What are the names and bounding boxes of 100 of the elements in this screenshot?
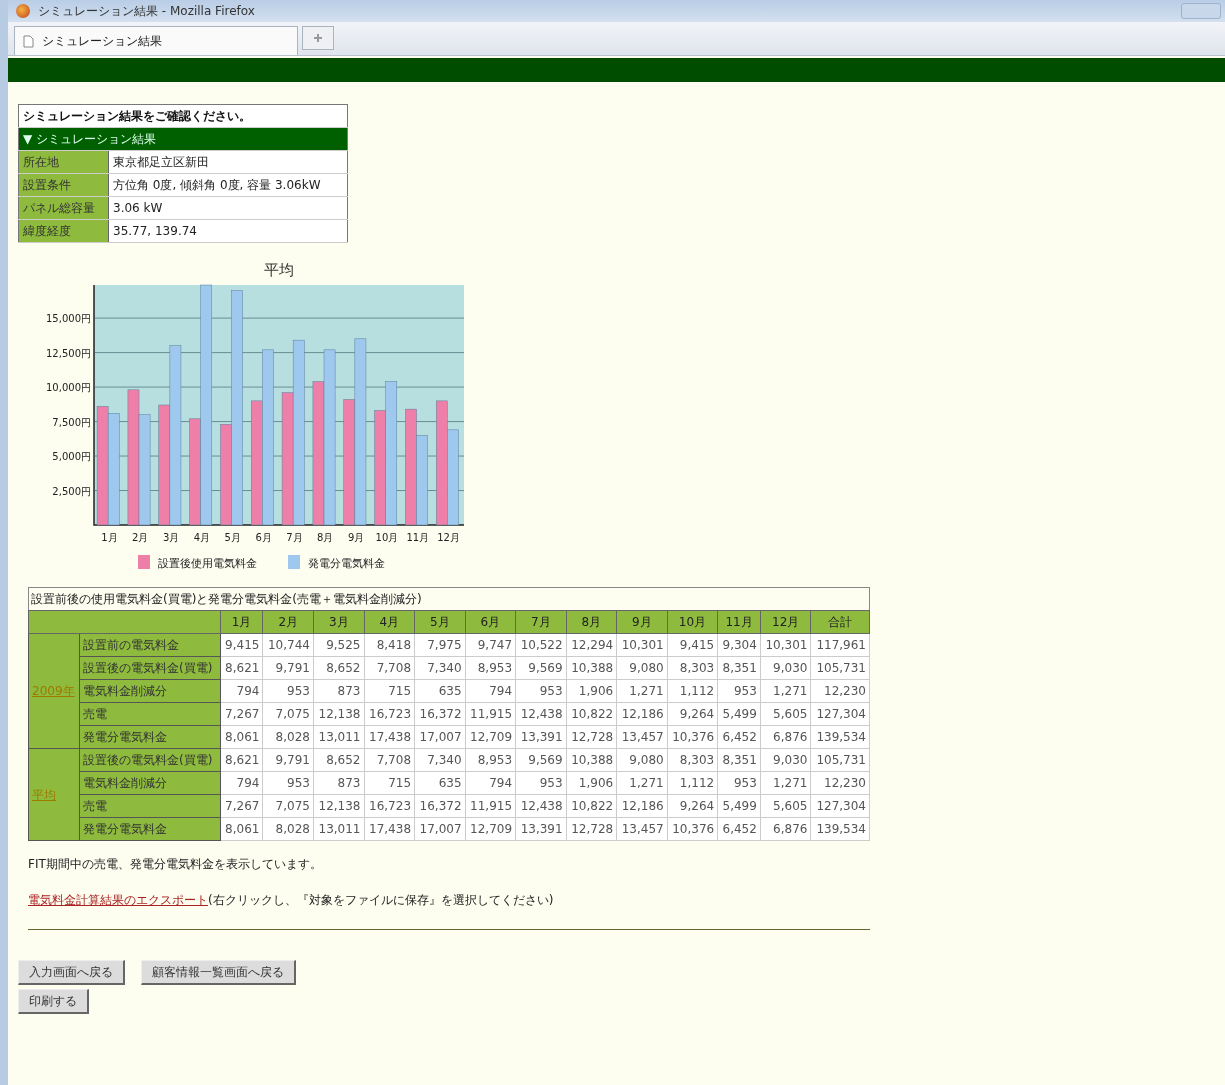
table-cell: 9,791: [262, 748, 314, 772]
table-cell: 10,388: [566, 656, 617, 680]
x-tick-label: 11月: [406, 532, 430, 543]
table-cell: 8,351: [717, 748, 761, 772]
minimize-button[interactable]: [1181, 3, 1221, 19]
table-cell: 635: [414, 771, 466, 795]
table-cell: 8,303: [667, 748, 718, 772]
table-cell: 12,728: [566, 817, 617, 841]
row-label: 設置前の電気料金: [79, 633, 221, 657]
table-cell: 6,876: [760, 817, 811, 841]
field-value: 35.77, 139.74: [108, 219, 348, 243]
table-cell: 794: [465, 771, 516, 795]
table-cell: 9,747: [465, 633, 516, 657]
legend-swatch: [288, 555, 300, 569]
x-tick-label: 8月: [317, 532, 334, 543]
table-cell: 8,621: [220, 748, 263, 772]
column-header: 合計: [810, 610, 870, 634]
x-tick-label: 12月: [437, 532, 460, 543]
table-cell: 127,304: [810, 794, 870, 818]
table-cell: 12,709: [465, 817, 516, 841]
browser-tab[interactable]: シミュレーション結果: [14, 26, 298, 55]
table-cell: 12,138: [313, 702, 364, 726]
table-cell: 13,457: [616, 725, 668, 749]
table-cell: 7,267: [220, 794, 263, 818]
table-cell: 953: [515, 679, 567, 703]
table-cell: 7,075: [262, 794, 314, 818]
table-cell: 9,415: [220, 633, 263, 657]
table-cell: 873: [313, 771, 364, 795]
table-cell: 10,522: [515, 633, 567, 657]
row-label: 発電分電気料金: [79, 817, 221, 841]
table-cell: 953: [717, 771, 761, 795]
table-cell: 13,391: [515, 817, 567, 841]
legend-swatch: [138, 555, 150, 569]
column-header: 12月: [760, 610, 811, 634]
table-cell: 16,372: [414, 794, 466, 818]
table-cell: 117,961: [810, 633, 870, 657]
export-link[interactable]: 電気料金計算結果のエクスポート: [28, 893, 208, 907]
new-tab-button[interactable]: [302, 26, 334, 50]
table-cell: 1,112: [667, 679, 718, 703]
field-value: 方位角 0度, 傾斜角 0度, 容量 3.06kW: [108, 173, 348, 197]
table-cell: 13,457: [616, 817, 668, 841]
table-cell: 7,267: [220, 702, 263, 726]
table-cell: 8,061: [220, 817, 263, 841]
group-label: 2009年: [28, 633, 80, 749]
field-label: 設置条件: [18, 173, 109, 197]
table-cell: 1,271: [760, 771, 811, 795]
column-header: 9月: [616, 610, 668, 634]
table-cell: 715: [364, 771, 415, 795]
table-cell: 12,230: [810, 771, 870, 795]
table-cell: 1,271: [616, 771, 668, 795]
table-cell: 12,230: [810, 679, 870, 703]
table-cell: 5,499: [717, 702, 761, 726]
table-cell: 953: [515, 771, 567, 795]
x-tick-label: 1月: [101, 532, 118, 543]
table-cell: 9,569: [515, 748, 567, 772]
action-button[interactable]: 顧客情報一覧画面へ戻る: [141, 960, 296, 985]
action-button[interactable]: 入力画面へ戻る: [18, 960, 125, 985]
column-header: 6月: [465, 610, 516, 634]
column-header: 4月: [364, 610, 415, 634]
table-cell: 17,007: [414, 817, 466, 841]
x-tick-label: 6月: [255, 532, 272, 543]
table-cell: 11,915: [465, 794, 516, 818]
table-cell: 10,744: [262, 633, 314, 657]
table-cell: 953: [717, 679, 761, 703]
action-button[interactable]: 印刷する: [18, 989, 89, 1014]
table-cell: 8,953: [465, 748, 516, 772]
table-cell: 10,822: [566, 702, 617, 726]
x-tick-label: 2月: [132, 532, 149, 543]
column-header: 3月: [313, 610, 364, 634]
x-tick-label: 9月: [347, 532, 365, 543]
table-cell: 8,621: [220, 656, 263, 680]
table-cell: 11,915: [465, 702, 516, 726]
group-label: 平均: [28, 748, 80, 841]
table-cell: 17,438: [364, 725, 415, 749]
table-cell: 7,075: [262, 702, 314, 726]
table-cell: 953: [262, 771, 314, 795]
column-header: 11月: [717, 610, 761, 634]
table-cell: 12,186: [616, 794, 668, 818]
table-cell: 5,605: [760, 794, 811, 818]
table-cell: 7,340: [414, 748, 466, 772]
page-icon: [23, 34, 34, 48]
table-cell: 8,028: [262, 725, 314, 749]
table-cell: 10,376: [667, 725, 718, 749]
table-cell: 9,080: [616, 656, 668, 680]
table-cell: 12,438: [515, 794, 567, 818]
plus-icon: [313, 33, 323, 43]
row-label: 売電: [79, 794, 221, 818]
section-header: ▼ シミュレーション結果: [18, 127, 348, 151]
table-cell: 794: [220, 679, 263, 703]
table-cell: 12,709: [465, 725, 516, 749]
table-cell: 9,304: [717, 633, 761, 657]
table-cell: 12,438: [515, 702, 567, 726]
table-cell: 7,708: [364, 656, 415, 680]
table-cell: 10,376: [667, 817, 718, 841]
table-cell: 10,301: [760, 633, 811, 657]
table-cell: 105,731: [810, 748, 870, 772]
column-header: 10月: [667, 610, 718, 634]
note-text: FIT期間中の売電、発電分電気料金を表示しています。: [28, 856, 323, 873]
table-cell: 6,452: [717, 817, 761, 841]
table-cell: 8,652: [313, 748, 364, 772]
